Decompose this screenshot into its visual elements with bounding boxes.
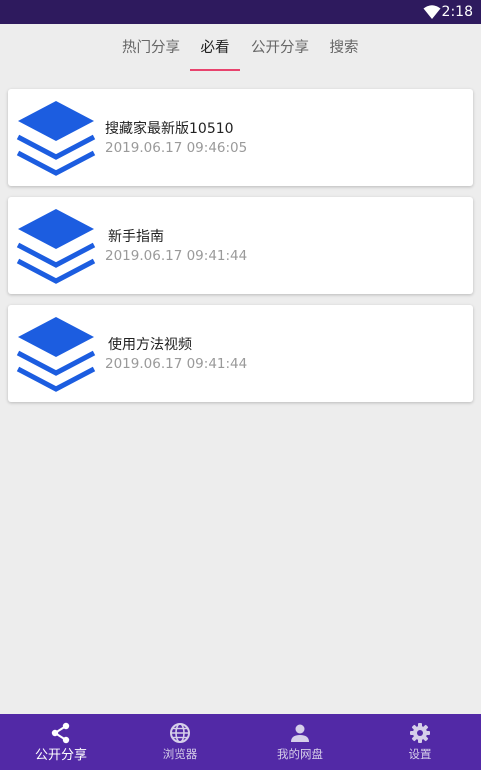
wifi-icon: [423, 5, 441, 19]
status-time: 2:18: [441, 4, 473, 20]
globe-icon: [170, 723, 190, 743]
nav-browser[interactable]: 浏览器: [120, 714, 240, 770]
bottom-nav: 公开分享 浏览器 我的网盘 设置: [0, 714, 481, 770]
tab-must-see[interactable]: 必看: [190, 24, 240, 72]
nav-public-share[interactable]: 公开分享: [1, 714, 121, 770]
tab-search[interactable]: 搜索: [320, 24, 368, 72]
layers-stack-icon: [16, 317, 96, 392]
nav-label: 公开分享: [34, 748, 87, 763]
list-item[interactable]: 使用方法视频 2019.06.17 09:41:44: [8, 305, 473, 402]
tab-public-share[interactable]: 公开分享: [244, 24, 316, 72]
item-time: 2019.06.17 09:41:44: [105, 356, 248, 372]
person-icon: [291, 724, 309, 742]
item-title: 使用方法视频: [108, 337, 192, 353]
nav-settings[interactable]: 设置: [360, 714, 480, 770]
nav-label: 浏览器: [162, 747, 198, 761]
nav-my-disk[interactable]: 我的网盘: [240, 714, 360, 770]
gear-icon: [410, 723, 430, 743]
item-title: 新手指南: [108, 229, 164, 245]
list-item[interactable]: 搜藏家最新版10510 2019.06.17 09:46:05: [8, 89, 473, 186]
top-tabs: 热门分享 必看 公开分享 搜索: [0, 24, 481, 72]
layers-stack-icon: [16, 209, 96, 284]
list-item[interactable]: 新手指南 2019.06.17 09:41:44: [8, 197, 473, 294]
active-tab-indicator: [190, 69, 240, 71]
nav-label: 设置: [408, 747, 432, 761]
status-bar: 2:18: [0, 0, 481, 24]
tab-hot-share[interactable]: 热门分享: [115, 24, 187, 72]
item-time: 2019.06.17 09:46:05: [105, 140, 248, 156]
layers-stack-icon: [16, 101, 96, 176]
share-icon: [51, 722, 70, 744]
nav-label: 我的网盘: [277, 747, 323, 761]
item-title: 搜藏家最新版10510: [105, 121, 234, 137]
item-time: 2019.06.17 09:41:44: [105, 248, 248, 264]
